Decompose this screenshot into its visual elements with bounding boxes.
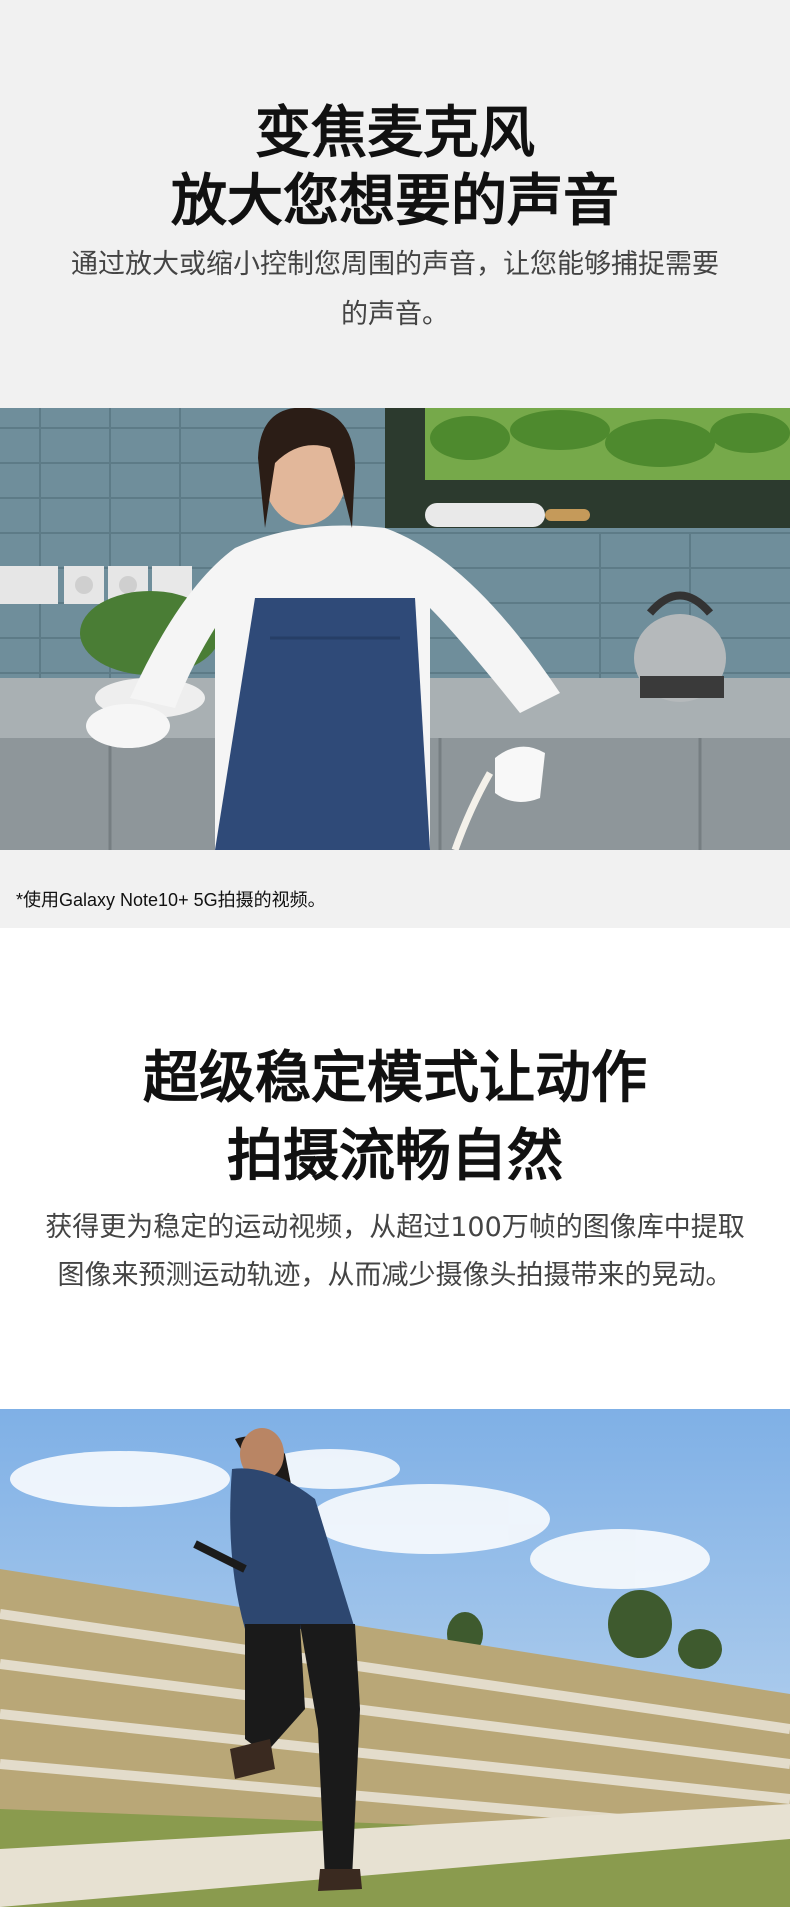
zoom-mic-title-line1: 变焦麦克风: [255, 101, 535, 166]
super-steady-title-line2: 拍摄流畅自然: [227, 1124, 563, 1189]
steps-video-still: [0, 1409, 790, 1907]
zoom-mic-title-line2: 放大您想要的声音: [171, 169, 619, 234]
zoom-mic-description: 通过放大或缩小控制您周围的声音，让您能够捕捉需要的声音。: [71, 249, 719, 330]
super-steady-title-line1: 超级稳定模式让动作: [143, 1046, 647, 1111]
kitchen-video-still: [0, 408, 790, 850]
zoom-mic-title: 变焦麦克风 放大您想要的声音: [0, 100, 790, 236]
super-steady-title: 超级稳定模式让动作 拍摄流畅自然: [0, 1040, 790, 1196]
super-steady-section: 超级稳定模式让动作 拍摄流畅自然 获得更为稳定的运动视频，从超过100万帧的图像…: [0, 928, 790, 1907]
video-caption: *使用Galaxy Note10+ 5G拍摄的视频。: [16, 890, 326, 910]
super-steady-description: 获得更为稳定的运动视频，从超过100万帧的图像库中提取图像来预测运动轨迹，从而减…: [45, 1212, 745, 1291]
zoom-mic-section: 变焦麦克风 放大您想要的声音 通过放大或缩小控制您周围的声音，让您能够捕捉需要的…: [0, 0, 790, 928]
